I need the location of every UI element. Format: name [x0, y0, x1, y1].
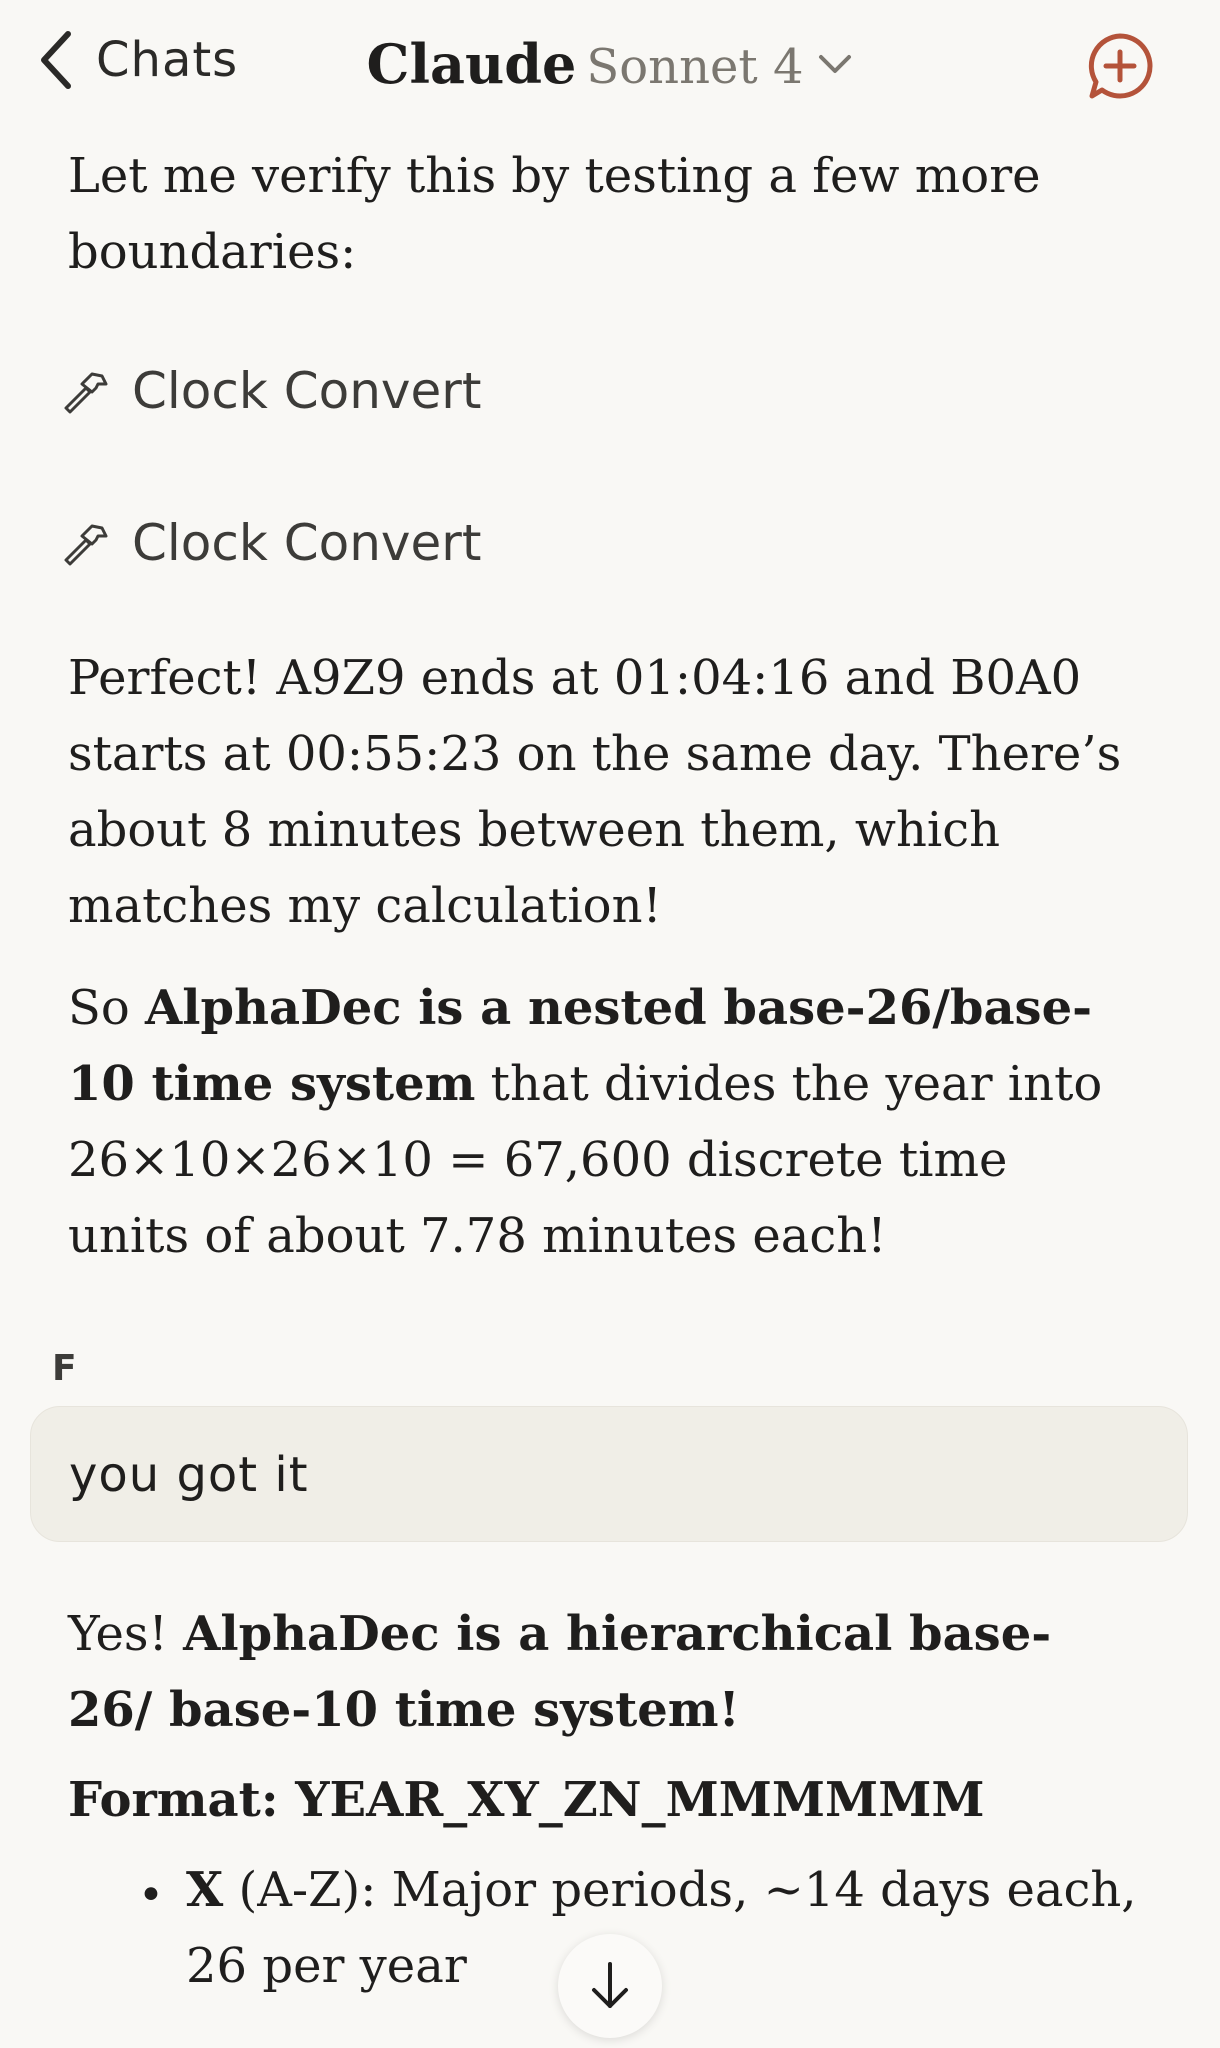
assistant-reply: Yes! AlphaDec is a hierarchical base-26/… — [68, 1596, 1068, 1748]
model-selector[interactable]: Claude Sonnet 4 — [367, 32, 854, 96]
top-bar: Chats Claude Sonnet 4 — [0, 0, 1220, 130]
user-message-text: you got it — [69, 1447, 309, 1503]
app-name: Claude — [366, 32, 577, 96]
new-chat-icon — [1088, 33, 1153, 99]
tool-label: Clock Convert — [132, 514, 482, 572]
reply-prefix: Yes! — [68, 1606, 184, 1662]
tool-label: Clock Convert — [132, 362, 482, 420]
bullet-text: (A-Z): Major periods, ~14 days each, 26 … — [186, 1862, 1137, 1994]
bullet-key: X — [186, 1862, 224, 1918]
hammer-icon — [64, 524, 108, 566]
bullet-dot: • — [138, 1870, 164, 1921]
format-line: Format: YEAR_XY_ZN_MMMMMM — [68, 1772, 985, 1828]
summary-prefix: So — [68, 980, 146, 1036]
user-avatar-initial: F — [52, 1348, 77, 1389]
tool-call-clock-convert-1[interactable]: Clock Convert — [62, 362, 481, 420]
assistant-text-intro: Let me verify this by testing a few more… — [68, 148, 1041, 280]
model-name: Sonnet 4 — [586, 39, 804, 95]
hammer-icon — [64, 372, 108, 414]
new-chat-button[interactable] — [1084, 30, 1156, 106]
tool-call-clock-convert-2[interactable]: Clock Convert — [62, 514, 481, 572]
arrow-down-icon — [592, 1962, 628, 2008]
user-message-bubble: you got it — [30, 1406, 1188, 1542]
scroll-to-bottom-button[interactable] — [558, 1934, 662, 2038]
assistant-text-result: Perfect! A9Z9 ends at 01:04:16 and B0A0 … — [68, 650, 1122, 934]
assistant-text-summary: So AlphaDec is a nested base-26/base-10 … — [68, 970, 1128, 1274]
reply-bold: AlphaDec is a hierarchical base-26/ base… — [68, 1606, 1052, 1738]
list-item: X (A-Z): Major periods, ~14 days each, 2… — [186, 1852, 1146, 2004]
chevron-down-icon — [819, 55, 852, 73]
